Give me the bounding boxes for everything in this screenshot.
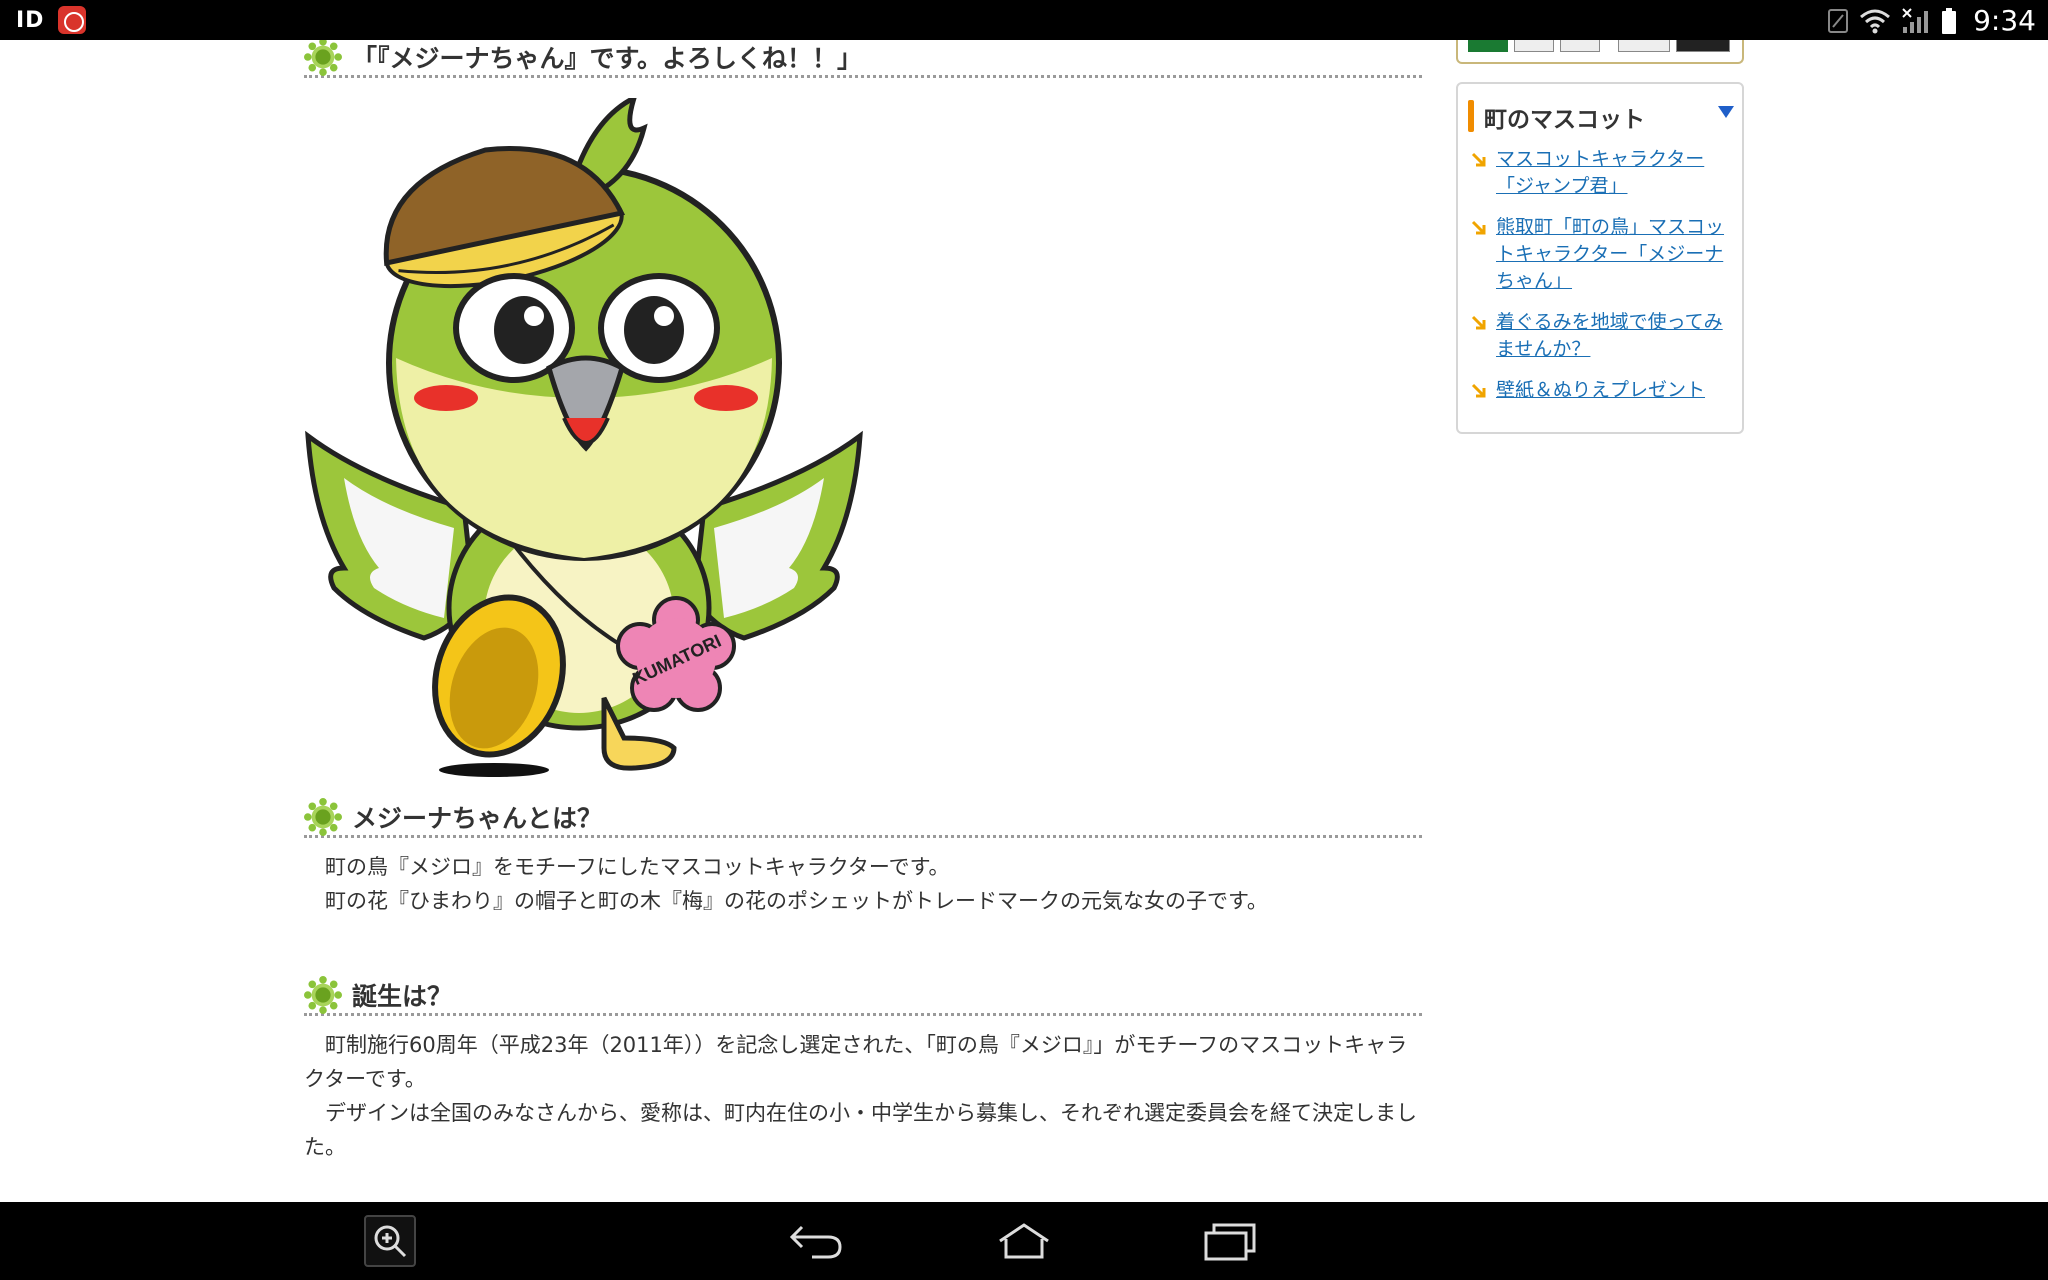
status-bar-right: 9:34: [1827, 4, 2036, 37]
sidebar-link-item: 熊取町「町の鳥」マスコットキャラクター「メジーナちゃん」: [1470, 214, 1732, 295]
web-page[interactable]: 「『メジーナちゃん』です。よろしくね！！」 KUMATORI メジーナちゃんとは…: [0, 40, 2048, 1202]
sidebar-accent-bar: [1468, 100, 1474, 132]
paragraph: 町制施行60周年（平成23年（2011年））を記念し選定された、「町の鳥『メジロ…: [304, 1033, 1408, 1091]
font-size-large-button[interactable]: [1560, 40, 1600, 52]
recents-icon: [1204, 1223, 1256, 1261]
arrow-down-right-icon: [1471, 383, 1486, 398]
link-jump-kun[interactable]: マスコットキャラクター「ジャンプ君」: [1496, 148, 1704, 197]
clock: 9:34: [1973, 4, 2036, 37]
sidebar-links: マスコットキャラクター「ジャンプ君」 熊取町「町の鳥」マスコットキャラクター「メ…: [1470, 146, 1732, 418]
link-mejina-chan[interactable]: 熊取町「町の鳥」マスコットキャラクター「メジーナちゃん」: [1496, 216, 1724, 292]
status-bar-left: ID: [16, 6, 87, 34]
status-bar: ID 9:34: [0, 0, 2048, 40]
section-heading: 「『メジーナちゃん』です。よろしくね！！」: [304, 40, 1422, 78]
home-icon: [999, 1223, 1049, 1259]
back-icon: [789, 1225, 842, 1259]
section-title: 誕生は？: [352, 981, 453, 1011]
sunflower-icon: [304, 975, 342, 1014]
section-greeting: 「『メジーナちゃん』です。よろしくね！！」: [304, 40, 1422, 78]
battery-icon: [1942, 7, 1957, 34]
font-size-medium-button[interactable]: [1514, 40, 1554, 52]
sidebar-link-item: 着ぐるみを地域で使ってみませんか？: [1470, 309, 1732, 363]
wifi-icon: [1860, 9, 1891, 33]
sunflower-icon: [304, 40, 342, 76]
paragraph: 町の花『ひまわり』の帽子と町の木『梅』の花のポシェットがトレードマークの元気な女…: [304, 889, 1268, 913]
id-label: ID: [16, 7, 45, 33]
font-size-switcher: [1456, 40, 1744, 64]
section-about: メジーナちゃんとは？ 町の鳥『メジロ』をモチーフにしたマスコットキャラクターです…: [304, 797, 1422, 918]
app-notification-icon: [58, 6, 87, 34]
section-birth: 誕生は？ 町制施行60周年（平成23年（2011年））を記念し選定された、「町の…: [304, 975, 1422, 1164]
paragraph: デザインは全国のみなさんから、愛称は、町内在住の小・中学生から募集し、それぞれ選…: [304, 1101, 1417, 1159]
recents-button[interactable]: [1200, 1214, 1260, 1268]
sunflower-icon: [304, 797, 342, 836]
collapse-triangle-icon[interactable]: [1718, 106, 1734, 118]
back-button[interactable]: [786, 1214, 846, 1268]
section-title: 「『メジーナちゃん』です。よろしくね！！」: [352, 43, 863, 73]
sidebar-link-item: マスコットキャラクター「ジャンプ君」: [1470, 146, 1732, 200]
section-title: メジーナちゃんとは？: [352, 803, 603, 833]
section-body: 町制施行60周年（平成23年（2011年））を記念し選定された、「町の鳥『メジロ…: [304, 1028, 1422, 1164]
mascot-illustration: KUMATORI: [305, 98, 863, 777]
sidebar-mascot: 町のマスコット マスコットキャラクター「ジャンプ君」 熊取町「町の鳥」マスコット…: [1456, 82, 1744, 434]
section-body: 町の鳥『メジロ』をモチーフにしたマスコットキャラクターです。 町の花『ひまわり』…: [304, 850, 1422, 918]
contrast-black-button[interactable]: [1676, 40, 1730, 52]
link-wallpaper[interactable]: 壁紙＆ぬりえプレゼント: [1496, 379, 1705, 401]
arrow-down-right-icon: [1471, 220, 1486, 235]
sidebar-title: 町のマスコット: [1484, 107, 1645, 133]
paragraph: 町の鳥『メジロ』をモチーフにしたマスコットキャラクターです。: [304, 855, 950, 879]
sidebar-link-item: 壁紙＆ぬりえプレゼント: [1470, 377, 1732, 404]
sim-icon: [1828, 8, 1849, 33]
zoom-button[interactable]: [364, 1215, 416, 1267]
section-heading: 誕生は？: [304, 975, 1422, 1016]
font-size-small-button[interactable]: [1468, 40, 1508, 52]
zoom-icon: [374, 1225, 407, 1258]
arrow-down-right-icon: [1471, 315, 1486, 330]
navigation-bar: [0, 1202, 2048, 1280]
link-costume[interactable]: 着ぐるみを地域で使ってみませんか？: [1496, 311, 1723, 360]
home-button[interactable]: [994, 1214, 1054, 1268]
sidebar-header[interactable]: 町のマスコット: [1468, 98, 1734, 133]
signal-icon: [1902, 7, 1929, 33]
contrast-standard-button[interactable]: [1618, 40, 1670, 52]
section-heading: メジーナちゃんとは？: [304, 797, 1422, 838]
arrow-down-right-icon: [1471, 152, 1486, 167]
